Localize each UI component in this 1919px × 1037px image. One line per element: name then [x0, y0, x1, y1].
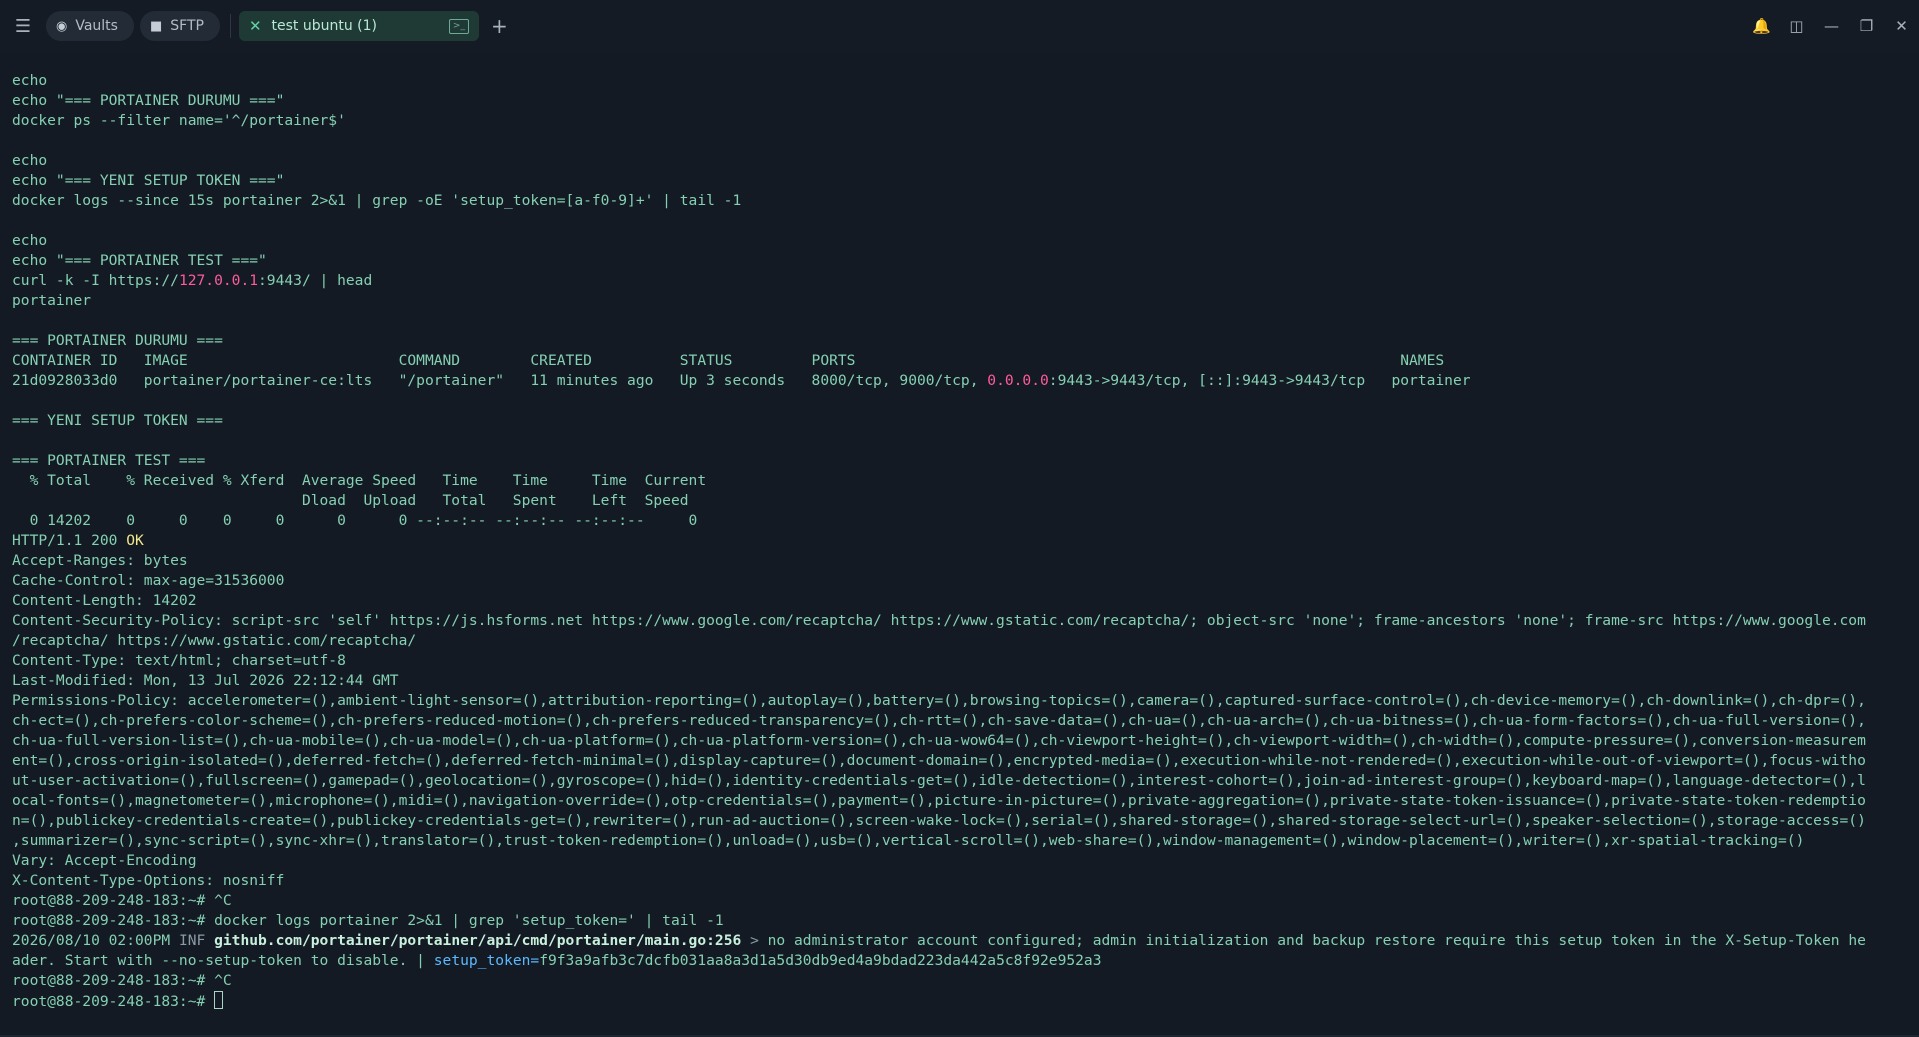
terminal-line: Cache-Control: max-age=31536000 [12, 572, 285, 589]
terminal-line: 0 14202 0 0 0 0 0 0 --:--:-- --:--:-- --… [12, 512, 698, 529]
terminal-line: X-Content-Type-Options: nosniff [12, 872, 285, 889]
close-window-icon[interactable]: ✕ [1884, 0, 1919, 52]
terminal-line: % Total % Received % Xferd Average Speed… [12, 472, 707, 489]
terminal-line: Permissions-Policy: accelerometer=(),amb… [12, 692, 1866, 709]
terminal-line: echo [12, 232, 48, 249]
window-controls: 🔔 ◫ — ❐ ✕ [1744, 0, 1919, 52]
terminal-line: ocal-fonts=(),magnetometer=(),microphone… [12, 792, 1866, 809]
tab-test-ubuntu[interactable]: ✕ test ubuntu (1) >_ [238, 11, 479, 41]
terminal-line: docker logs --since 15s portainer 2>&1 |… [12, 192, 742, 209]
minimize-icon[interactable]: — [1814, 0, 1849, 52]
menu-icon[interactable]: ☰ [0, 0, 46, 52]
terminal-line: curl -k -I https://127.0.0.1:9443/ | hea… [12, 272, 373, 289]
terminal-line: root@88-209-248-183:~# docker logs porta… [12, 912, 724, 929]
terminal-line: echo "=== PORTAINER TEST ===" [12, 252, 267, 269]
terminal-line: Content-Length: 14202 [12, 592, 197, 609]
terminal-line: === PORTAINER DURUMU === [12, 332, 223, 349]
terminal-line: Content-Type: text/html; charset=utf-8 [12, 652, 346, 669]
terminal-line: portainer [12, 292, 92, 309]
terminal-line: echo [12, 72, 48, 89]
terminal-line: ent=(),cross-origin-isolated=(),deferred… [12, 752, 1866, 769]
terminal-line: echo "=== YENI SETUP TOKEN ===" [12, 172, 285, 189]
terminal-line: root@88-209-248-183:~# [12, 991, 1912, 1011]
terminal-line: ch-ect=(),ch-prefers-color-scheme=(),ch-… [12, 712, 1866, 729]
terminal-line: root@88-209-248-183:~# ^C [12, 972, 232, 989]
terminal-line: ut-user-activation=(),fullscreen=(),game… [12, 772, 1866, 789]
new-tab-button[interactable]: + [491, 14, 508, 38]
terminal-line: echo "=== PORTAINER DURUMU ===" [12, 92, 285, 109]
terminal-icon[interactable]: >_ [448, 18, 469, 34]
terminal-line: Dload Upload Total Spent Left Speed [12, 492, 689, 509]
terminal-line: HTTP/1.1 200 OK [12, 532, 144, 549]
sftp-label: SFTP [170, 18, 204, 34]
terminal-line: docker ps --filter name='^/portainer$' [12, 112, 346, 129]
sidebar-toggle-icon[interactable]: ◫ [1779, 0, 1814, 52]
bell-icon[interactable]: 🔔 [1744, 0, 1779, 52]
top-bar: ☰ ◉ Vaults ■ SFTP ✕ test ubuntu (1) >_ +… [0, 0, 1919, 52]
terminal-line: Content-Security-Policy: script-src 'sel… [12, 612, 1866, 629]
vault-icon: ◉ [56, 18, 68, 34]
terminal-line: Vary: Accept-Encoding [12, 852, 197, 869]
terminal-line: Last-Modified: Mon, 13 Jul 2026 22:12:44… [12, 672, 399, 689]
terminal-line: === YENI SETUP TOKEN === [12, 412, 223, 429]
terminal-line: echo [12, 152, 48, 169]
close-icon[interactable]: ✕ [249, 17, 262, 35]
terminal-output[interactable]: echo echo "=== PORTAINER DURUMU ===" docke… [12, 71, 1912, 1021]
terminal-line: root@88-209-248-183:~# ^C [12, 892, 232, 909]
terminal-line: === PORTAINER TEST === [12, 452, 206, 469]
terminal-line: n=(),publickey-credentials-create=(),pub… [12, 812, 1866, 829]
terminal-line: Accept-Ranges: bytes [12, 552, 188, 569]
terminal-line: CONTAINER ID IMAGE COMMAND CREATED STATU… [12, 352, 1445, 369]
terminal-line: /recaptcha/ https://www.gstatic.com/reca… [12, 632, 417, 649]
terminal-cursor [214, 991, 224, 1009]
terminal-line: 21d0928033d0 portainer/portainer-ce:lts … [12, 372, 1471, 389]
folder-icon: ■ [149, 18, 163, 34]
terminal-line: ,summarizer=(),sync-script=(),sync-xhr=(… [12, 832, 1805, 849]
divider [229, 14, 231, 38]
vaults-button[interactable]: ◉ Vaults [46, 11, 134, 41]
tab-label: test ubuntu (1) [271, 18, 378, 34]
terminal-line: ch-ua-full-version-list=(),ch-ua-mobile=… [12, 732, 1866, 749]
vaults-label: Vaults [75, 18, 118, 34]
terminal-line: 2026/08/10 02:00PM INF github.com/portai… [12, 932, 1866, 949]
terminal-line: ader. Start with --no-setup-token to dis… [12, 952, 1102, 969]
restore-icon[interactable]: ❐ [1849, 0, 1884, 52]
sftp-button[interactable]: ■ SFTP [139, 11, 220, 41]
